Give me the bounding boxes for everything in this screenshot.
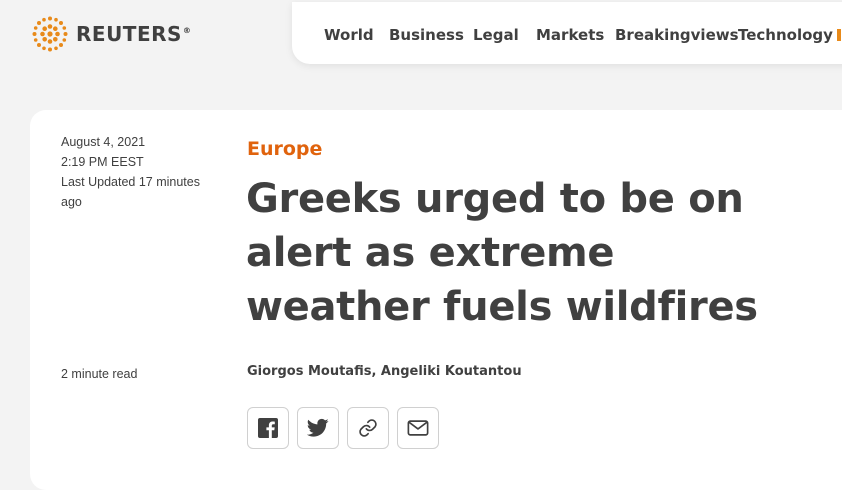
article-time: 2:19 PM EEST xyxy=(61,155,144,169)
share-email-button[interactable] xyxy=(397,407,439,449)
nav-item-breakingviews[interactable]: Breakingviews xyxy=(615,26,739,44)
reuters-wordmark: REUTERS® xyxy=(76,22,192,46)
share-facebook-button[interactable] xyxy=(247,407,289,449)
nav-item-legal[interactable]: Legal xyxy=(473,26,519,44)
reuters-logo[interactable]: REUTERS® xyxy=(30,14,191,54)
top-navigation: World Business Legal Markets Breakingvie… xyxy=(292,2,842,64)
nav-item-business[interactable]: Business xyxy=(389,26,464,44)
article-authors[interactable]: Giorgos Moutafis, Angeliki Koutantou xyxy=(247,364,522,379)
article-headline: Greeks urged to be on alert as extreme w… xyxy=(246,176,758,330)
share-bar xyxy=(247,407,439,449)
reuters-dot-logo-icon xyxy=(32,16,68,52)
article-card: August 4, 2021 2:19 PM EEST Last Updated… xyxy=(30,110,842,490)
link-icon xyxy=(359,419,377,437)
article-last-updated: Last Updated 17 minutes ago xyxy=(61,175,200,209)
nav-item-technology[interactable]: Technology xyxy=(738,26,833,44)
nav-item-markets[interactable]: Markets xyxy=(536,26,604,44)
facebook-icon xyxy=(258,418,278,438)
share-link-button[interactable] xyxy=(347,407,389,449)
article-date: August 4, 2021 xyxy=(61,135,146,149)
twitter-icon xyxy=(307,418,329,437)
article-read-time: 2 minute read xyxy=(61,367,138,381)
email-icon xyxy=(407,420,429,436)
article-section-link[interactable]: Europe xyxy=(247,138,322,160)
nav-accent-mark xyxy=(837,29,841,41)
nav-item-world[interactable]: World xyxy=(324,26,374,44)
share-twitter-button[interactable] xyxy=(297,407,339,449)
